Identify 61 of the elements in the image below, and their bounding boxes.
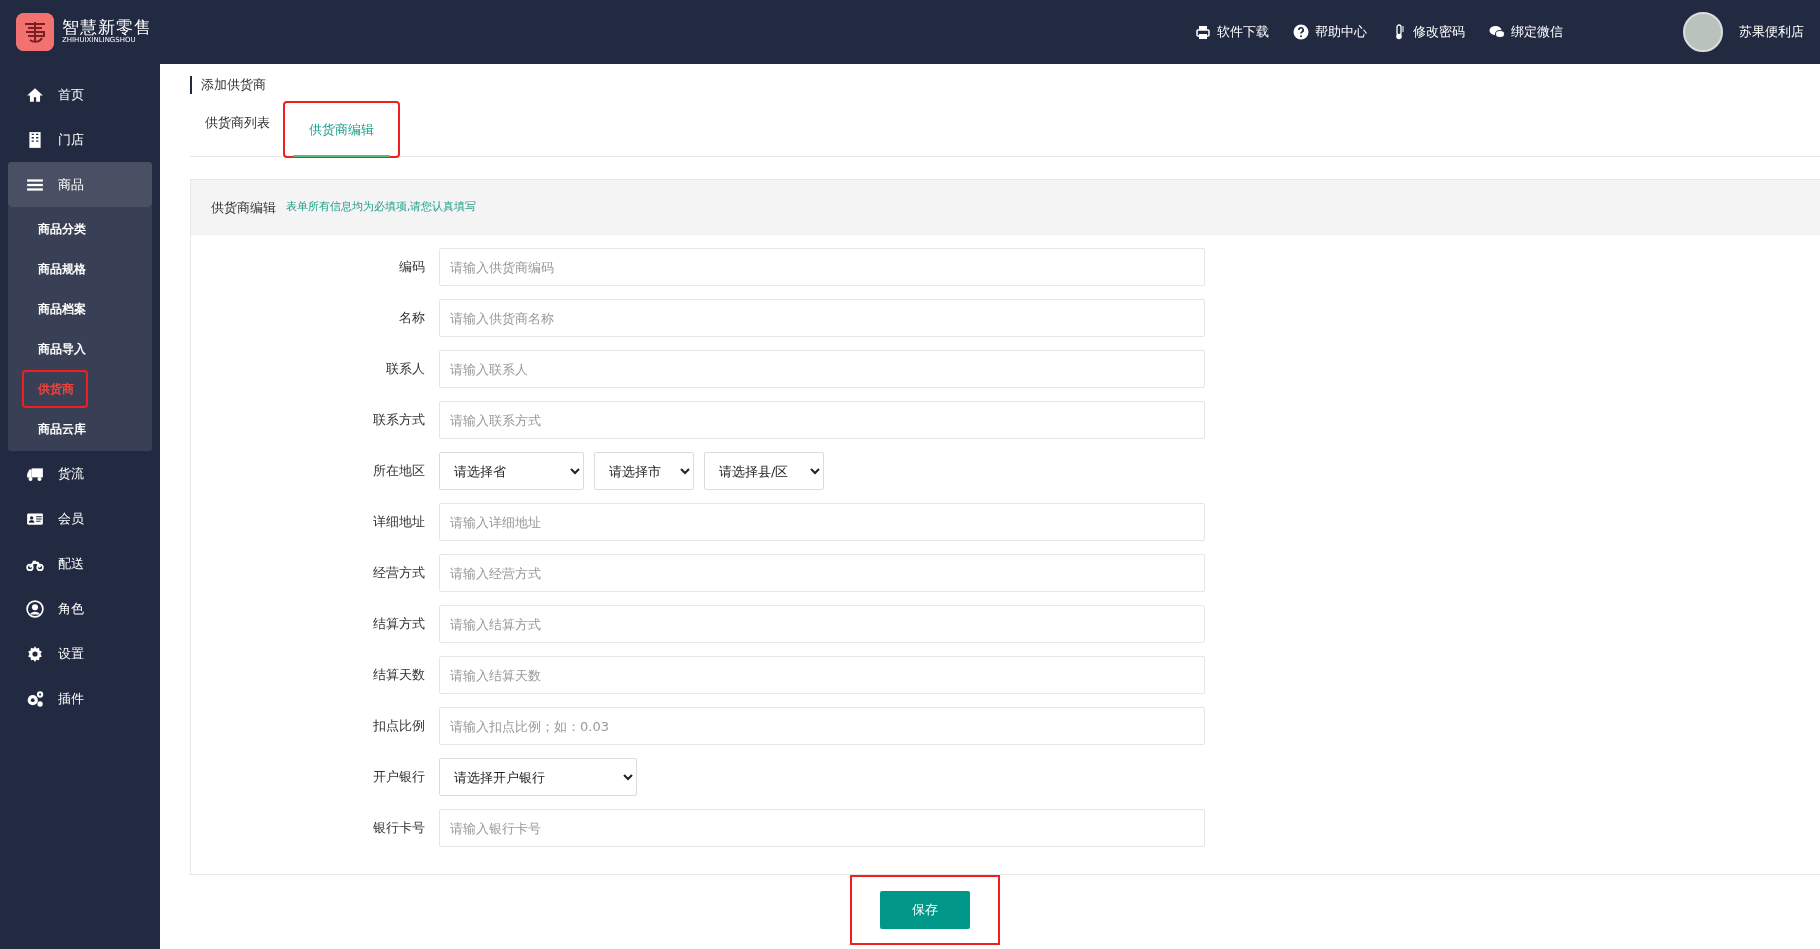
sidebar-item[interactable]: 会员	[8, 496, 152, 541]
submenu-item[interactable]: 商品规格	[24, 252, 98, 286]
field-label: 联系人	[385, 360, 426, 379]
top-nav-link[interactable]: 软件下载	[1195, 22, 1269, 42]
field-label: 所在地区	[372, 462, 426, 481]
logo-icon	[16, 13, 54, 51]
input-field[interactable]: 请输入联系方式	[439, 401, 1205, 439]
input-field[interactable]: 请输入供货商名称	[439, 299, 1205, 337]
input-field[interactable]: 请输入结算方式	[439, 605, 1205, 643]
user-name[interactable]: 苏果便利店	[1739, 22, 1804, 42]
input-field[interactable]: 请输入联系人	[439, 350, 1205, 388]
save-button[interactable]: 保存	[880, 891, 970, 929]
field-label: 结算方式	[372, 615, 426, 634]
input-field[interactable]: 请输入供货商编码	[439, 248, 1205, 286]
chat-icon	[1489, 24, 1505, 40]
printer-icon	[1195, 24, 1211, 40]
dropdown[interactable]: 请选择县/区	[704, 452, 824, 490]
field-label: 经营方式	[372, 564, 426, 583]
user-icon	[26, 599, 44, 618]
tab[interactable]: 供货商列表	[190, 103, 285, 156]
building-icon	[26, 130, 44, 149]
tab[interactable]: 供货商编辑	[285, 103, 398, 156]
avatar-photo-placeholder	[1683, 12, 1723, 52]
input-field[interactable]: 请输入扣点比例；如：0.03	[439, 707, 1205, 745]
sidebar-item[interactable]: 配送	[8, 541, 152, 586]
field-label: 编码	[398, 258, 426, 277]
input-field[interactable]: 请输入银行卡号	[439, 809, 1205, 847]
field-label: 详细地址	[372, 513, 426, 532]
field-label: 联系方式	[372, 411, 426, 430]
help-icon	[1293, 24, 1309, 40]
submenu-item[interactable]: 商品云库	[24, 412, 98, 446]
logo-title: 智慧新零售	[62, 19, 152, 37]
sidebar-item[interactable]: 门店	[8, 117, 152, 162]
submenu-item[interactable]: 商品档案	[24, 292, 98, 326]
dropdown[interactable]: 请选择市	[594, 452, 694, 490]
submenu-item[interactable]: 商品导入	[24, 332, 98, 366]
field-label: 扣点比例	[372, 717, 426, 736]
settings-icon	[26, 644, 44, 663]
sidebar-item[interactable]: 插件	[8, 676, 152, 721]
sidebar-item[interactable]: 角色	[8, 586, 152, 631]
panel-hint: 表单所有信息均为必填项,请您认真填写	[286, 199, 477, 216]
input-field[interactable]: 请输入结算天数	[439, 656, 1205, 694]
gears-icon	[26, 689, 44, 708]
input-field[interactable]: 请输入详细地址	[439, 503, 1205, 541]
dropdown[interactable]: 请选择省	[439, 452, 584, 490]
top-nav-link[interactable]: 修改密码	[1391, 22, 1465, 42]
sidebar-item[interactable]: 设置	[8, 631, 152, 676]
submenu-item[interactable]: 商品分类	[24, 212, 98, 246]
sidebar-item[interactable]: 商品	[8, 162, 152, 207]
field-label: 银行卡号	[372, 819, 426, 838]
field-label: 名称	[398, 309, 426, 328]
page-title: 添加供货商	[190, 76, 1820, 94]
field-label: 开户银行	[372, 768, 426, 787]
sidebar-item[interactable]: 首页	[8, 72, 152, 117]
panel-title: 供货商编辑	[211, 198, 276, 217]
dropdown[interactable]: 请选择开户银行	[439, 758, 637, 796]
field-label: 结算天数	[372, 666, 426, 685]
input-field[interactable]: 请输入经营方式	[439, 554, 1205, 592]
sidebar-item[interactable]: 货流	[8, 451, 152, 496]
top-nav-link[interactable]: 帮助中心	[1293, 22, 1367, 42]
top-nav-link[interactable]: 绑定微信	[1489, 22, 1563, 42]
